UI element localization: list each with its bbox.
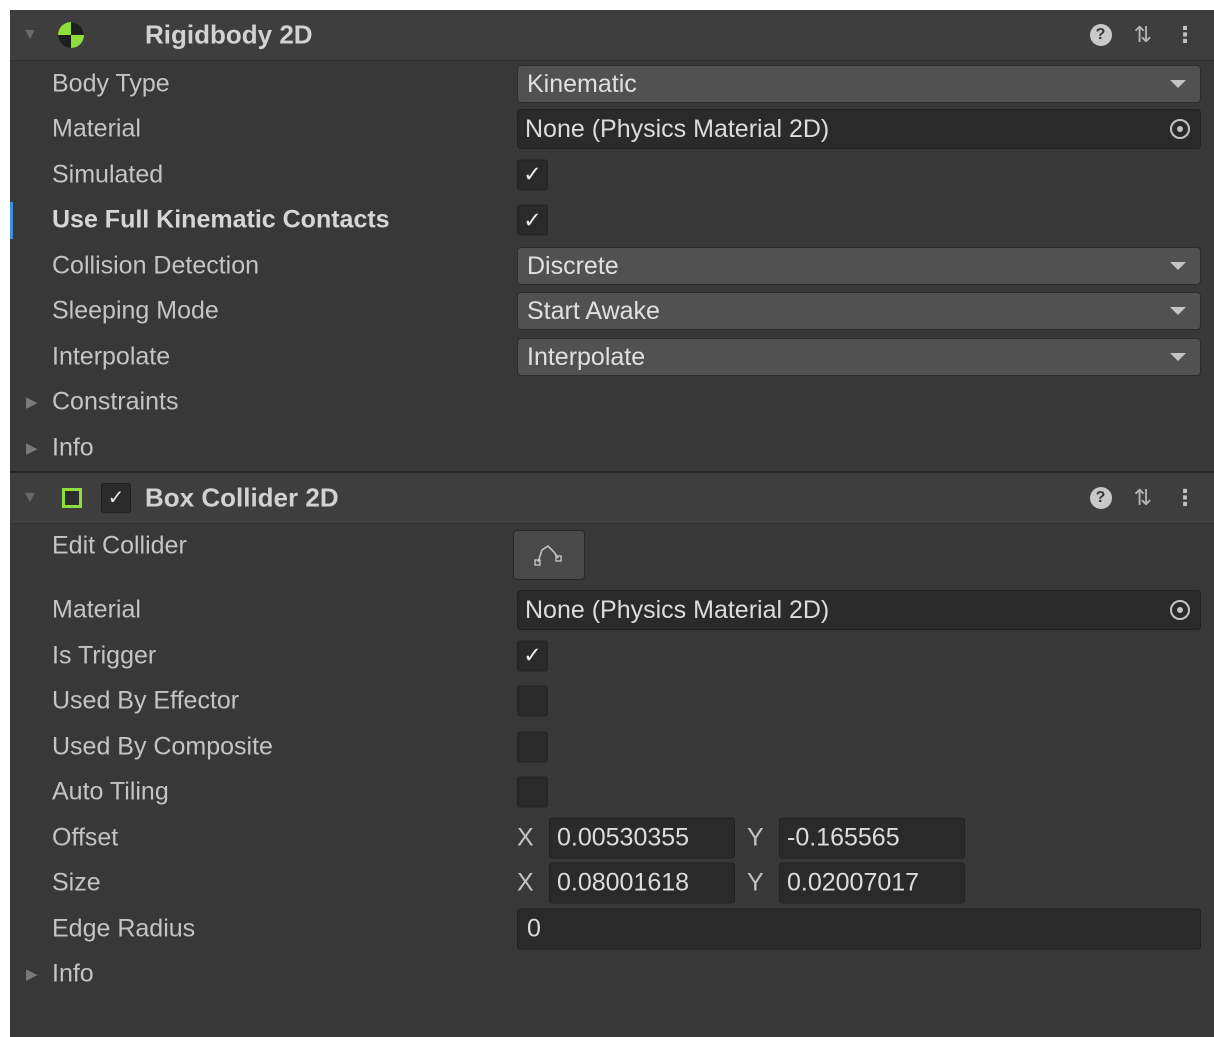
foldout-arrow-icon[interactable]: ▼ xyxy=(22,26,38,44)
edit-collider-label: Edit Collider xyxy=(52,531,187,559)
foldout-arrow-icon[interactable]: ▶ xyxy=(26,393,38,411)
material-row: Material None (Physics Material 2D) xyxy=(10,107,1214,153)
body-type-dropdown[interactable]: Kinematic xyxy=(517,64,1201,103)
edge-radius-row: Edge Radius 0 xyxy=(10,906,1214,952)
used-by-effector-checkbox[interactable] xyxy=(517,685,548,717)
dropdown-caret-icon xyxy=(1170,79,1186,88)
size-label: Size xyxy=(52,868,101,897)
object-picker-icon[interactable] xyxy=(1160,591,1200,629)
info-label[interactable]: Info xyxy=(52,433,94,462)
is-trigger-row: Is Trigger ✓ xyxy=(10,633,1214,679)
full-kinematic-row: Use Full Kinematic Contacts ✓ xyxy=(10,198,1214,244)
rigidbody2d-icon xyxy=(58,22,84,48)
size-y-label[interactable]: Y xyxy=(747,869,779,898)
used-by-effector-row: Used By Effector xyxy=(10,679,1214,725)
sleeping-mode-dropdown[interactable]: Start Awake xyxy=(517,292,1201,331)
presets-icon[interactable]: ⇅ xyxy=(1134,485,1152,511)
simulated-label: Simulated xyxy=(52,160,164,189)
body-type-value: Kinematic xyxy=(527,69,637,98)
material-label: Material xyxy=(52,114,141,143)
offset-label: Offset xyxy=(52,823,119,852)
interpolate-dropdown[interactable]: Interpolate xyxy=(517,337,1201,376)
sleeping-mode-value: Start Awake xyxy=(527,297,660,326)
simulated-row: Simulated ✓ xyxy=(10,152,1214,198)
used-by-composite-checkbox[interactable] xyxy=(517,731,548,763)
size-vector-field: X 0.08001618 Y 0.02007017 xyxy=(517,862,977,904)
presets-icon[interactable]: ⇅ xyxy=(1134,22,1152,48)
help-icon[interactable]: ? xyxy=(1089,486,1112,509)
body-type-row: Body Type Kinematic xyxy=(10,61,1214,107)
edit-collider-button[interactable] xyxy=(513,529,585,580)
foldout-arrow-icon[interactable]: ▼ xyxy=(22,489,38,507)
foldout-arrow-icon[interactable]: ▶ xyxy=(26,439,38,457)
used-by-composite-label: Used By Composite xyxy=(52,732,273,761)
offset-x-input[interactable]: 0.00530355 xyxy=(549,817,735,859)
component-title: Rigidbody 2D xyxy=(145,19,313,50)
is-trigger-checkbox[interactable]: ✓ xyxy=(517,640,548,672)
collision-detection-value: Discrete xyxy=(527,251,619,280)
interpolate-row: Interpolate Interpolate xyxy=(10,334,1214,380)
material-label: Material xyxy=(52,595,141,624)
collider-material-row: Material None (Physics Material 2D) xyxy=(10,588,1214,634)
box-collider2d-header[interactable]: ▼ ✓ Box Collider 2D ? ⇅ ⋮ xyxy=(10,470,1214,524)
constraints-label[interactable]: Constraints xyxy=(52,388,178,417)
inspector-panel: ▼ Rigidbody 2D ? ⇅ ⋮ Body Type Kinematic… xyxy=(10,10,1214,1037)
offset-vector-field: X 0.00530355 Y -0.165565 xyxy=(517,817,977,859)
material-value: None (Physics Material 2D) xyxy=(525,115,830,144)
simulated-checkbox[interactable]: ✓ xyxy=(517,159,548,191)
edge-radius-label: Edge Radius xyxy=(52,914,196,943)
dropdown-caret-icon xyxy=(1170,352,1186,361)
size-y-input[interactable]: 0.02007017 xyxy=(779,862,965,904)
help-icon[interactable]: ? xyxy=(1089,24,1112,46)
context-menu-icon[interactable]: ⋮ xyxy=(1174,22,1196,48)
component-enabled-checkbox[interactable]: ✓ xyxy=(101,482,131,513)
sleeping-mode-label: Sleeping Mode xyxy=(52,296,219,325)
material-object-field[interactable]: None (Physics Material 2D) xyxy=(517,590,1201,631)
size-row: Size X 0.08001618 Y 0.02007017 xyxy=(10,861,1214,907)
sleeping-mode-row: Sleeping Mode Start Awake xyxy=(10,289,1214,335)
offset-y-label[interactable]: Y xyxy=(747,823,779,852)
dropdown-caret-icon xyxy=(1170,307,1186,316)
interpolate-label: Interpolate xyxy=(52,342,171,371)
interpolate-value: Interpolate xyxy=(527,342,646,371)
material-value: None (Physics Material 2D) xyxy=(525,596,830,625)
foldout-arrow-icon[interactable]: ▶ xyxy=(26,965,38,983)
edge-radius-input[interactable]: 0 xyxy=(517,908,1201,950)
size-x-label[interactable]: X xyxy=(517,869,549,898)
auto-tiling-label: Auto Tiling xyxy=(52,777,169,806)
rigidbody2d-header[interactable]: ▼ Rigidbody 2D ? ⇅ ⋮ xyxy=(10,10,1214,61)
info-label[interactable]: Info xyxy=(52,960,94,989)
box-collider2d-icon xyxy=(62,487,82,508)
full-kinematic-checkbox[interactable]: ✓ xyxy=(517,204,548,236)
constraints-foldout[interactable]: ▶ Constraints xyxy=(10,380,1214,426)
override-indicator xyxy=(10,201,13,239)
full-kinematic-label: Use Full Kinematic Contacts xyxy=(52,205,390,234)
collision-detection-row: Collision Detection Discrete xyxy=(10,243,1214,289)
offset-x-label[interactable]: X xyxy=(517,823,549,852)
used-by-effector-label: Used By Effector xyxy=(52,686,240,715)
component-title: Box Collider 2D xyxy=(145,482,339,512)
offset-y-input[interactable]: -0.165565 xyxy=(779,817,965,859)
object-picker-icon[interactable] xyxy=(1160,110,1200,148)
dropdown-caret-icon xyxy=(1170,261,1186,270)
body-type-label: Body Type xyxy=(52,69,170,98)
offset-row: Offset X 0.00530355 Y -0.165565 xyxy=(10,815,1214,861)
context-menu-icon[interactable]: ⋮ xyxy=(1174,485,1196,511)
collision-detection-dropdown[interactable]: Discrete xyxy=(517,246,1201,285)
material-object-field[interactable]: None (Physics Material 2D) xyxy=(517,109,1201,150)
used-by-composite-row: Used By Composite xyxy=(10,724,1214,770)
auto-tiling-checkbox[interactable] xyxy=(517,776,548,808)
edit-collider-icon xyxy=(534,544,562,566)
collision-detection-label: Collision Detection xyxy=(52,251,260,280)
size-x-input[interactable]: 0.08001618 xyxy=(549,862,735,904)
auto-tiling-row: Auto Tiling xyxy=(10,770,1214,816)
collider-info-foldout[interactable]: ▶ Info xyxy=(10,952,1214,998)
edit-collider-row: Edit Collider xyxy=(10,524,1214,588)
is-trigger-label: Is Trigger xyxy=(52,641,157,670)
rigidbody-info-foldout[interactable]: ▶ Info xyxy=(10,425,1214,471)
